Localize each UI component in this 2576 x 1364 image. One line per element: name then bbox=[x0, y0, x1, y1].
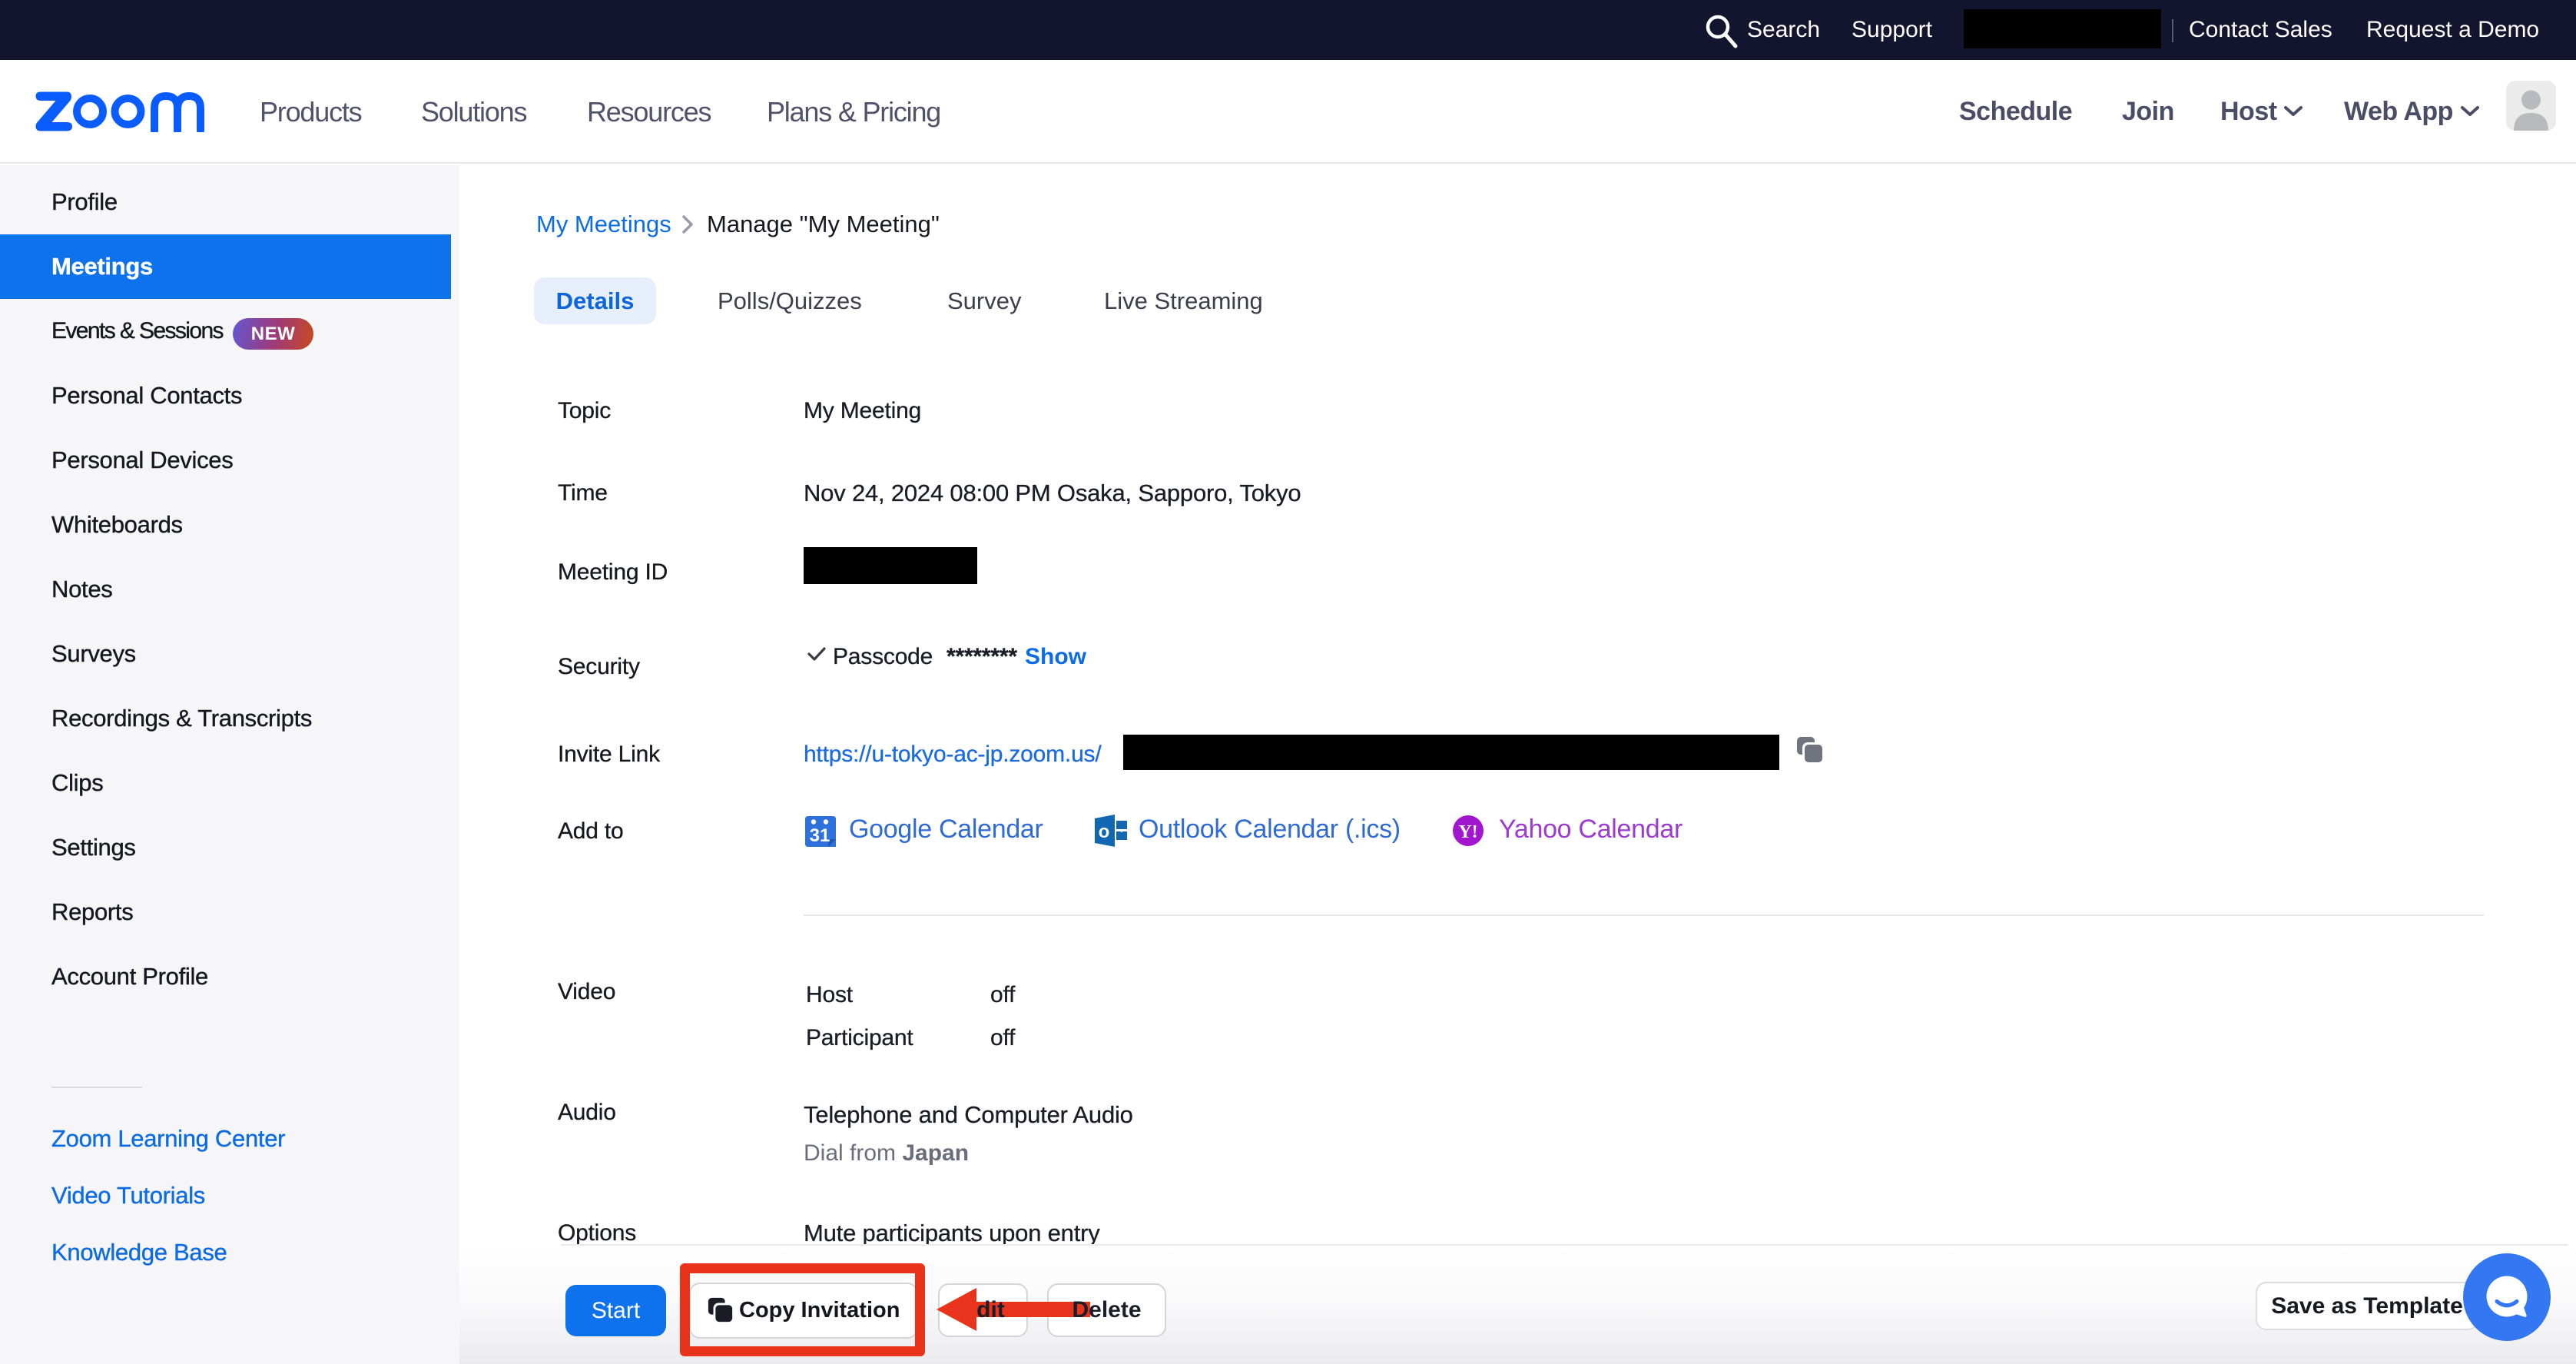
svg-text:o: o bbox=[1099, 821, 1110, 842]
svg-text:Y!: Y! bbox=[1458, 822, 1477, 842]
svg-text:31: 31 bbox=[810, 825, 830, 846]
